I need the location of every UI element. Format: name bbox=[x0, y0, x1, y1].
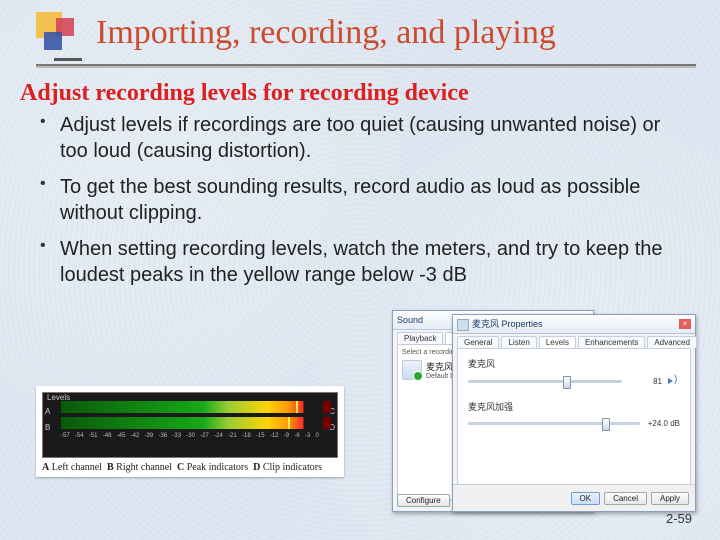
props-footer: OK Cancel Apply bbox=[453, 484, 695, 511]
mic-boost-group: 麦克风加强 +24.0 dB bbox=[468, 400, 680, 428]
bullet-list: Adjust levels if recordings are too quie… bbox=[36, 112, 692, 298]
tab-general[interactable]: General bbox=[457, 336, 499, 348]
tab-advanced[interactable]: Advanced bbox=[647, 336, 697, 348]
mic-level-slider[interactable] bbox=[468, 380, 622, 383]
apply-button[interactable]: Apply bbox=[651, 492, 689, 505]
levels-meter: Levels A B C D -57-54-51-48 -45-42-39-36… bbox=[42, 392, 338, 458]
tab-levels[interactable]: Levels bbox=[539, 336, 576, 348]
tab-enhancements[interactable]: Enhancements bbox=[578, 336, 645, 348]
mic-properties-window: 麦克风 Properties × General Listen Levels E… bbox=[452, 314, 696, 512]
sound-window-title: Sound bbox=[397, 315, 423, 325]
list-item: Adjust levels if recordings are too quie… bbox=[36, 112, 692, 164]
close-icon[interactable]: × bbox=[679, 319, 691, 329]
mic-level-value: 81 bbox=[628, 377, 662, 386]
mic-level-label: 麦克风 bbox=[468, 357, 680, 370]
mic-boost-label: 麦克风加强 bbox=[468, 400, 680, 413]
meter-bar-right bbox=[61, 417, 319, 429]
sound-dialogs: Sound × Playback Recording Select a reco… bbox=[392, 310, 700, 520]
cancel-button[interactable]: Cancel bbox=[604, 492, 647, 505]
mic-boost-slider[interactable] bbox=[468, 422, 640, 425]
mic-titlebar-icon bbox=[457, 319, 469, 331]
microphone-icon bbox=[402, 360, 422, 380]
props-window-titlebar[interactable]: 麦克风 Properties × bbox=[453, 315, 695, 334]
list-item: To get the best sounding results, record… bbox=[36, 174, 692, 226]
props-window-title: 麦克风 Properties bbox=[472, 319, 543, 329]
slide-title: Importing, recording, and playing bbox=[96, 14, 556, 52]
channel-label-a: A bbox=[45, 407, 50, 416]
tab-listen[interactable]: Listen bbox=[501, 336, 536, 348]
slider-thumb[interactable] bbox=[602, 418, 610, 431]
props-tabs: General Listen Levels Enhancements Advan… bbox=[453, 334, 695, 348]
slide-number: 2-59 bbox=[666, 511, 692, 526]
mic-level-group: 麦克风 81 bbox=[468, 357, 680, 386]
ok-button[interactable]: OK bbox=[571, 492, 601, 505]
meter-caption: A Left channel B Right channel C Peak in… bbox=[42, 462, 338, 473]
speaker-icon[interactable] bbox=[668, 376, 680, 386]
levels-meter-figure: Levels A B C D -57-54-51-48 -45-42-39-36… bbox=[36, 386, 344, 477]
mic-boost-value: +24.0 dB bbox=[646, 419, 680, 428]
configure-button[interactable]: Configure bbox=[397, 494, 450, 507]
slide-logo bbox=[36, 12, 82, 58]
meter-scale: -57-54-51-48 -45-42-39-36 -33-30-27-24 -… bbox=[61, 433, 319, 439]
list-item: When setting recording levels, watch the… bbox=[36, 236, 692, 288]
tab-playback[interactable]: Playback bbox=[397, 332, 443, 344]
channel-label-b: B bbox=[45, 423, 50, 432]
meter-bar-left bbox=[61, 401, 319, 413]
slider-thumb[interactable] bbox=[563, 376, 571, 389]
section-heading: Adjust recording levels for recording de… bbox=[20, 80, 469, 107]
title-rule bbox=[36, 64, 696, 66]
